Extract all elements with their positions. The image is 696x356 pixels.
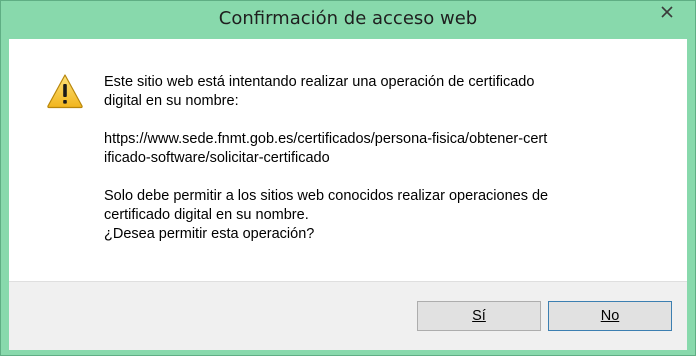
message-line: Este sitio web está intentando realizar …: [104, 74, 535, 90]
window-title: Confirmación de acceso web: [218, 8, 478, 29]
message-line: digital en su nombre:: [104, 93, 239, 109]
dialog-window: Confirmación de acceso web Este sitio we…: [0, 0, 696, 356]
close-icon: [661, 6, 673, 18]
question-line: ¿Desea permitir esta operación?: [104, 226, 315, 242]
button-bar: Sí No: [9, 281, 687, 350]
no-button[interactable]: No: [548, 301, 672, 331]
dialog-client-area: Este sitio web está intentando realizar …: [9, 39, 687, 350]
close-button[interactable]: [647, 1, 689, 23]
no-button-label: No: [600, 308, 620, 324]
url-line: https://www.sede.fnmt.gob.es/certificado…: [104, 131, 548, 147]
title-bar[interactable]: Confirmación de acceso web: [1, 1, 695, 39]
yes-button-label: Sí: [472, 308, 486, 324]
yes-button[interactable]: Sí: [417, 301, 541, 331]
url-line: ificado-software/solicitar-certificado: [104, 150, 330, 166]
warning-line: certificado digital en su nombre.: [104, 207, 309, 223]
warning-line: Solo debe permitir a los sitios web cono…: [104, 188, 549, 204]
warning-icon: [47, 74, 83, 109]
message-text: Este sitio web está intentando realizar …: [104, 73, 644, 244]
message-panel: Este sitio web está intentando realizar …: [9, 39, 687, 281]
